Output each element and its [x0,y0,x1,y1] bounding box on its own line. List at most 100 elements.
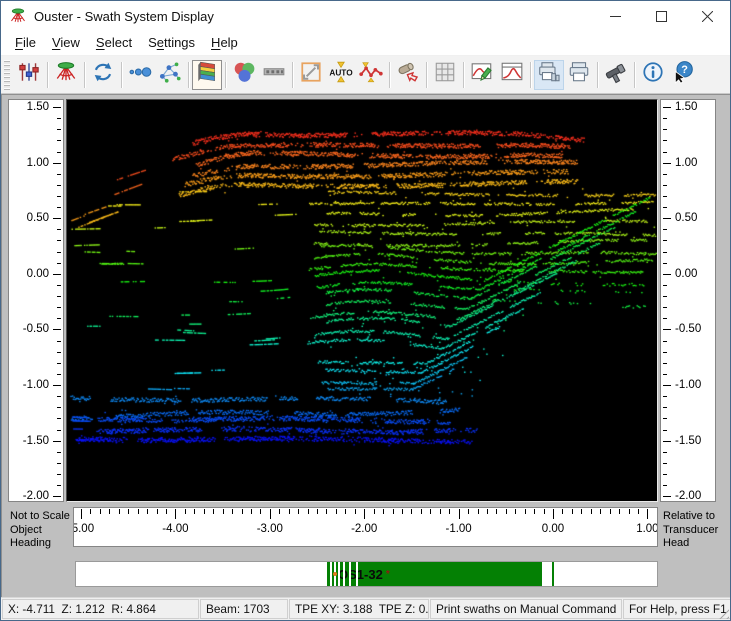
tick [57,296,61,297]
toolbar-button-sensor-arrow[interactable] [393,60,423,90]
tick [57,196,61,197]
axis-label: -2.00 [351,523,377,535]
tick [355,509,356,514]
coverage-gap-stripe [349,562,351,586]
axis-label: 0.00 [27,268,49,280]
tick [364,509,365,519]
toolbar-button-grayscale[interactable] [259,60,289,90]
tick [449,509,450,514]
status-bar: X: -4.711 Z: 1.212 R: 4.864 Beam: 1703 T… [1,597,730,620]
tick [663,363,667,364]
axis-label: -4.00 [162,523,188,535]
toolbar-separator [292,62,293,88]
tick [298,509,299,514]
toolbar-separator [634,62,635,88]
menu-select[interactable]: Select [88,32,140,54]
toolbar-button-context-help[interactable]: ? [668,60,698,90]
tick [610,509,611,514]
toolbar-button-print-batch[interactable] [534,60,564,90]
coverage-marker-line [552,562,554,586]
tick [663,341,667,342]
toolbar-button-info[interactable] [638,60,668,90]
axis-label: 0.00 [542,523,564,535]
tick [232,509,233,514]
toolbar-separator [426,62,427,88]
across-track-ruler: -5.00-4.00-3.00-2.00-1.000.001.00 [73,507,658,547]
tick [663,430,667,431]
tick [663,285,667,286]
toolbar-button-scatter[interactable] [155,60,185,90]
tick [663,118,667,119]
tick [194,509,195,514]
tick [289,509,290,514]
axis-label: 1.50 [27,101,49,113]
tick [663,174,667,175]
tick [57,207,61,208]
tick [663,329,671,330]
tick [459,509,460,519]
tick [421,509,422,514]
toolbar-button-transducer[interactable] [51,60,81,90]
toolbar-button-waterfall[interactable] [192,60,222,90]
toolbar-gripper[interactable] [4,60,10,90]
maximize-button[interactable] [638,1,684,31]
tick [663,374,667,375]
tick [57,363,61,364]
menu-settings[interactable]: Settings [140,32,203,54]
scatter-icon [158,60,182,89]
tick [57,452,61,453]
toolbar-button-grid[interactable] [430,60,460,90]
tick [57,229,61,230]
grid-icon [433,60,457,89]
tick [663,318,667,319]
toolbar-button-tools[interactable] [601,60,631,90]
close-button[interactable] [684,1,730,31]
toolbar-button-chart-edit[interactable] [467,60,497,90]
tick [663,463,667,464]
axis-label: 1.00 [675,157,697,169]
tick [663,352,667,353]
axis-label: 1.00 [27,157,49,169]
tick [57,341,61,342]
tick [663,474,667,475]
menu-file[interactable]: File [7,32,44,54]
tick [109,509,110,514]
swath-view: 1.501.000.500.00-0.50-1.00-1.50-2.00 1.5… [1,94,730,600]
tick [663,407,667,408]
tick [81,509,82,519]
toolbar-button-color-venn[interactable] [229,60,259,90]
tools-icon [604,60,628,89]
tick [336,509,337,514]
status-cursor-position: X: -4.711 Z: 1.212 R: 4.864 [2,599,199,619]
point-cloud-canvas[interactable] [67,100,657,501]
toolbar-button-points[interactable] [125,60,155,90]
tick [430,509,431,514]
tick [663,207,667,208]
toolbar-button-refresh[interactable] [88,60,118,90]
tick [57,240,61,241]
toolbar-button-auto[interactable]: AUTO [326,60,356,90]
tick [204,509,205,514]
depth-ruler-left: 1.501.000.500.00-0.50-1.00-1.50-2.00 [8,99,64,502]
tick [308,509,309,514]
toolbar-button-expand[interactable] [296,60,326,90]
menu-view[interactable]: View [44,32,88,54]
toolbar-button-sliders[interactable] [14,60,44,90]
tick [57,318,61,319]
menu-help[interactable]: Help [203,32,246,54]
toolbar-button-zigzag[interactable] [356,60,386,90]
tick [663,263,667,264]
axis-label: -0.50 [23,323,49,335]
tick [374,509,375,514]
toolbar-button-chart-curve[interactable] [497,60,527,90]
status-tpe: TPE XY: 3.188 TPE Z: 0.326 [289,599,429,619]
auto-icon: AUTO [329,60,353,89]
toolbar-separator [597,62,598,88]
tick [663,240,667,241]
minimize-button[interactable] [592,1,638,31]
toolbar-button-print[interactable] [564,60,594,90]
print-icon [567,60,591,89]
points-icon [128,60,152,89]
tick [663,196,667,197]
tick [223,509,224,514]
